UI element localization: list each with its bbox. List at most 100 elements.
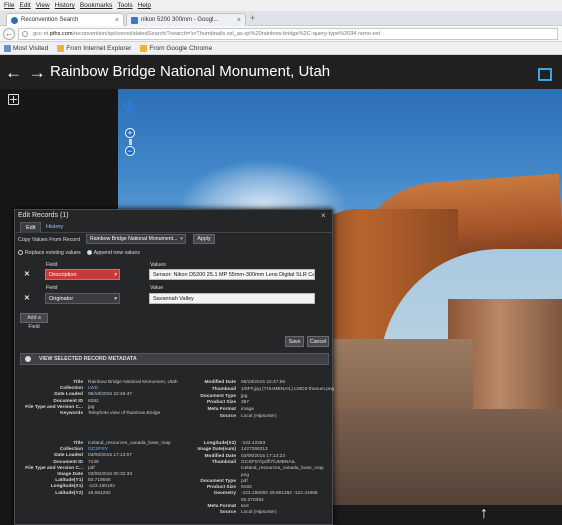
- close-tab-icon[interactable]: ×: [115, 17, 119, 24]
- menu-file[interactable]: File: [4, 2, 14, 9]
- metadata-key: Document ID: [53, 459, 83, 465]
- remove-field-icon[interactable]: ✕: [24, 294, 30, 302]
- menu-tools[interactable]: Tools: [117, 2, 132, 9]
- radio-append[interactable]: [86, 250, 92, 256]
- field-select-originator[interactable]: Originator ▾: [45, 293, 120, 304]
- metadata-key: Meta Format: [207, 407, 236, 413]
- metadata-key: Image Date(sum): [197, 447, 236, 453]
- metadata-value: -123.155092 49.561282 -122.41968: [241, 491, 318, 497]
- new-tab-button[interactable]: +: [250, 13, 255, 23]
- menu-view[interactable]: View: [36, 2, 50, 9]
- back-button[interactable]: ←: [3, 28, 15, 40]
- chevron-down-icon: ▾: [180, 236, 183, 242]
- value-label: Value: [150, 285, 164, 291]
- metadata-key: Source: [219, 510, 236, 516]
- metadata-value: 8282: [88, 398, 99, 404]
- menu-history[interactable]: History: [55, 2, 75, 9]
- remove-field-icon[interactable]: ✕: [24, 270, 30, 278]
- metadata-key: Keywords: [60, 411, 83, 416]
- tab-label: nikon 5200 300mm - Googl...: [141, 17, 219, 23]
- metadata-key: Date Loaded: [54, 453, 83, 459]
- metadata-value: 50.370394: [241, 497, 264, 503]
- metadata-key: Thumbnail: [211, 386, 236, 392]
- expand-metadata-icon[interactable]: [25, 356, 31, 362]
- bookmarks-bar: Most Visited From Internet Explorer From…: [0, 42, 562, 55]
- save-button[interactable]: Save: [285, 336, 304, 347]
- tab-history[interactable]: History: [41, 222, 68, 233]
- radio-replace[interactable]: [18, 250, 23, 256]
- share-icon[interactable]: [538, 68, 552, 81]
- dialog-close-icon[interactable]: ×: [321, 211, 326, 220]
- url-domain: pths.com: [49, 31, 73, 37]
- page-title: Rainbow Bridge National Monument, Utah: [50, 63, 331, 80]
- metadata-key: Document Type: [200, 478, 236, 484]
- metadata-value: pdf: [241, 478, 248, 484]
- metadata-key: File Type and Version C...: [25, 465, 83, 471]
- zoom-in-button[interactable]: +: [125, 128, 135, 138]
- cancel-button[interactable]: Cancel: [307, 336, 329, 347]
- metadata-value: 03/06/2015 17:14:23: [241, 453, 286, 459]
- view-metadata-toggle[interactable]: VIEW SELECTED RECORD METADATA: [20, 353, 329, 365]
- field-label: Field: [46, 262, 58, 268]
- tab-google-search[interactable]: nikon 5200 300mm - Googl... ×: [126, 13, 246, 26]
- back-forward-arrows-icon[interactable]: ← →: [5, 63, 47, 83]
- metadata-key: Modified Date: [204, 380, 236, 385]
- chevron-down-icon: ▾: [114, 272, 117, 278]
- menu-help[interactable]: Help: [138, 2, 151, 9]
- metadata-value: 06/18/2015 22:46:47: [88, 392, 133, 398]
- browser-tabbar: Reconvention Search × nikon 5200 300mm -…: [0, 11, 562, 26]
- metadata-key: Date Loaded: [54, 392, 83, 398]
- replace-append-options: Replace existing values Append new value…: [18, 250, 140, 256]
- bookmark-from-chrome[interactable]: From Google Chrome: [140, 44, 213, 52]
- field-value-input[interactable]: Savannah Valley: [149, 293, 315, 304]
- metadata-value: pdf: [88, 465, 95, 471]
- metadata-value: 49.561282: [88, 490, 111, 496]
- dialog-title: Edit Records (1): [18, 212, 69, 219]
- scroll-up-arrow-icon[interactable]: ↑: [480, 505, 488, 523]
- field-label: Field: [46, 285, 58, 291]
- bookmark-label: Most Visited: [13, 44, 49, 52]
- tab-label: Reconvention Search: [21, 17, 79, 23]
- metadata-value: image: [241, 407, 255, 413]
- menu-edit[interactable]: Edit: [19, 2, 30, 9]
- dialog-tabs: Edit History: [15, 222, 332, 233]
- zoom-slider[interactable]: [129, 139, 132, 145]
- url-prefix: gcc-nt.: [33, 31, 50, 37]
- field-value-input[interactable]: Sensor: Nikon D5200 25.1 MP 55mm-300mm L…: [149, 269, 315, 280]
- field-select-description[interactable]: Description ▾: [45, 269, 120, 280]
- replace-option[interactable]: Replace existing values: [18, 250, 81, 256]
- metadata-value: GCSPSY\pdf\7/UMBNAIL: [241, 459, 296, 465]
- tab-edit[interactable]: Edit: [20, 222, 42, 233]
- metadata-key: Modified Date: [204, 453, 236, 459]
- tab-reconvention-search[interactable]: Reconvention Search ×: [6, 13, 124, 26]
- bookmark-most-visited[interactable]: Most Visited: [4, 44, 49, 52]
- metadata-value: 1/8FF.jpg (THUMBNAIL) LWD3-thonum.png: [241, 386, 335, 392]
- append-label: Append new values: [93, 250, 140, 256]
- menu-bookmarks[interactable]: Bookmarks: [80, 2, 113, 9]
- gear-icon: [4, 44, 11, 52]
- browser-menubar: File Edit View History Bookmarks Tools H…: [0, 0, 562, 11]
- close-tab-icon[interactable]: ×: [237, 17, 241, 24]
- bookmark-label: From Google Chrome: [149, 44, 213, 52]
- metadata-value: 03/06/2015 17:13:07: [88, 453, 133, 459]
- metadata-value: 1427266313: [241, 447, 268, 453]
- field-select-value: Description: [49, 272, 77, 278]
- bookmark-label: From Internet Explorer: [66, 44, 132, 52]
- append-option[interactable]: Append new values: [86, 250, 140, 256]
- zoom-out-button[interactable]: −: [125, 146, 135, 156]
- expand-icon[interactable]: [8, 94, 19, 105]
- url-bar[interactable]: gcc-nt.pths.com/reconvention/spi/consoli…: [18, 28, 558, 40]
- add-field-button[interactable]: Add a Field: [20, 313, 48, 330]
- site-info-icon[interactable]: [22, 31, 28, 37]
- metadata-key: Source: [219, 414, 236, 419]
- copy-values-label: Copy Values From Record: [18, 237, 81, 243]
- pan-control-icon[interactable]: ✥: [121, 98, 136, 116]
- copy-record-select[interactable]: Rainbow Bridge National Monument... ▾: [86, 234, 186, 244]
- apply-button[interactable]: Apply: [193, 234, 215, 244]
- field-select-value: Originator: [49, 296, 74, 302]
- metadata-value: -123.155192: [88, 484, 115, 490]
- address-toolbar: ← gcc-nt.pths.com/reconvention/spi/conso…: [0, 26, 562, 42]
- metadata-key: Longitude(X1): [50, 484, 83, 490]
- bookmark-from-ie[interactable]: From Internet Explorer: [57, 44, 132, 52]
- value-label: Values: [150, 262, 166, 268]
